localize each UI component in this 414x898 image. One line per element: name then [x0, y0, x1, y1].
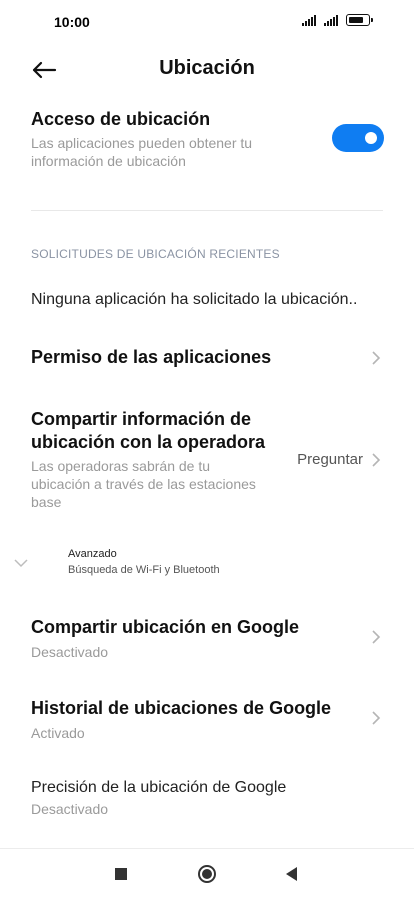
google-accuracy-subtitle: Desactivado [31, 801, 109, 817]
page-title: Ubicación [159, 57, 255, 79]
carrier-sharing-subtitle-2: ubicación a través de las estaciones [31, 476, 256, 492]
circle-icon [198, 865, 216, 883]
toggle-knob [365, 132, 377, 144]
chevron-right-icon [369, 630, 383, 644]
chevron-right-icon [369, 711, 383, 725]
advanced-row[interactable]: Avanzado Búsqueda de Wi-Fi y Bluetooth [12, 546, 392, 582]
google-share-row[interactable]: Compartir ubicación en Google Desactivad… [31, 616, 383, 662]
battery-icon [346, 14, 373, 26]
location-access-subtitle-1: Las aplicaciones pueden obtener tu [31, 135, 253, 151]
navigation-bar [0, 848, 414, 898]
home-button[interactable] [194, 861, 220, 887]
status-icons [302, 14, 373, 26]
google-accuracy-row[interactable]: Precisión de la ubicación de Google Desa… [31, 778, 383, 820]
chevron-right-icon [369, 453, 383, 467]
app-permissions-title: Permiso de las aplicaciones [31, 347, 272, 367]
chevron-down-icon [14, 556, 28, 570]
advanced-subtitle: Búsqueda de Wi-Fi y Bluetooth [68, 564, 220, 576]
google-history-title: Historial de ubicaciones de Google [31, 698, 332, 718]
location-access-toggle[interactable] [332, 124, 384, 152]
carrier-sharing-value: Preguntar [297, 451, 363, 468]
recents-button[interactable] [108, 861, 134, 887]
carrier-sharing-title-1: Compartir información de [31, 409, 252, 429]
battery-fill [349, 17, 363, 23]
app-permissions-row[interactable]: Permiso de las aplicaciones [31, 346, 383, 372]
google-history-subtitle: Activado [31, 725, 85, 741]
signal-icon-2 [324, 14, 338, 26]
carrier-sharing-row[interactable]: Compartir información de ubicación con l… [31, 408, 383, 513]
signal-icon [302, 14, 316, 26]
divider [31, 210, 383, 211]
google-accuracy-title: Precisión de la ubicación de Google [31, 779, 287, 796]
chevron-right-icon [369, 351, 383, 365]
triangle-back-icon [286, 867, 297, 881]
location-access-subtitle-2: información de ubicación [31, 153, 186, 169]
carrier-sharing-subtitle-3: base [31, 494, 62, 510]
square-icon [115, 868, 127, 880]
advanced-title: Avanzado [68, 548, 117, 560]
location-access-row[interactable]: Acceso de ubicación Las aplicaciones pue… [31, 108, 321, 170]
recent-requests-header: SOLICITUDES DE UBICACIÓN RECIENTES [31, 247, 280, 261]
location-access-title: Acceso de ubicación [31, 109, 211, 129]
google-history-row[interactable]: Historial de ubicaciones de Google Activ… [31, 697, 383, 743]
back-nav-button[interactable] [278, 861, 304, 887]
status-time: 10:00 [54, 14, 90, 30]
recent-requests-empty: Ninguna aplicación ha solicitado la ubic… [31, 291, 358, 308]
google-share-title: Compartir ubicación en Google [31, 617, 300, 637]
google-share-subtitle: Desactivado [31, 644, 109, 660]
